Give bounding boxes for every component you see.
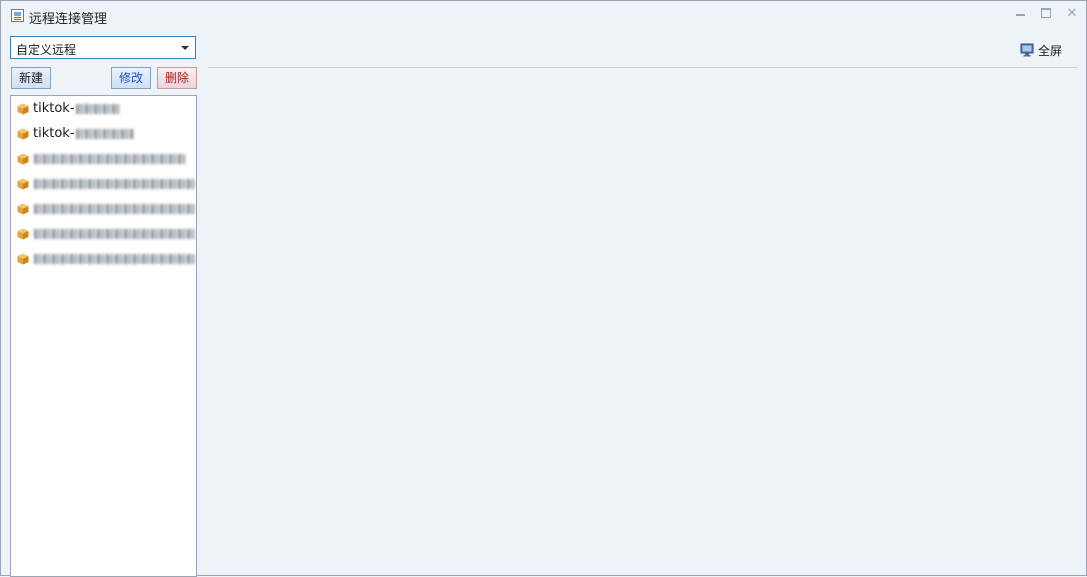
remote-type-select[interactable]: 自定义远程 xyxy=(10,36,196,59)
close-icon: ✕ xyxy=(1066,5,1078,21)
list-item-label xyxy=(33,226,196,241)
redacted-text xyxy=(75,128,134,139)
cube-icon xyxy=(17,253,29,265)
chevron-down-icon[interactable] xyxy=(181,46,189,50)
list-item-label xyxy=(33,251,196,266)
redacted-text xyxy=(34,178,196,189)
list-item-label xyxy=(33,151,186,166)
redacted-text xyxy=(34,228,196,239)
list-item-label: tiktok- xyxy=(33,101,120,116)
list-item[interactable]: tiktok- xyxy=(11,97,196,122)
list-item-label: tiktok- xyxy=(33,126,134,141)
list-item-label xyxy=(33,201,196,216)
redacted-text xyxy=(34,203,196,214)
list-item[interactable] xyxy=(11,222,196,247)
close-button[interactable]: ✕ xyxy=(1063,5,1081,21)
app-icon xyxy=(11,9,24,22)
cube-icon xyxy=(17,178,29,190)
maximize-button[interactable] xyxy=(1037,5,1055,21)
list-item[interactable]: tiktok- xyxy=(11,122,196,147)
fullscreen-button[interactable]: 全屏 xyxy=(1020,42,1062,58)
new-button[interactable]: 新建 xyxy=(11,67,51,89)
edit-button[interactable]: 修改 xyxy=(111,67,151,89)
remote-connection-window: 远程连接管理 ✕ 自定义远程 新建 修改 删除 tiktok- tiktok- xyxy=(0,0,1087,577)
fullscreen-label: 全屏 xyxy=(1038,43,1063,58)
cube-icon xyxy=(17,203,29,215)
cube-icon xyxy=(17,153,29,165)
redacted-text xyxy=(34,253,196,264)
list-item[interactable] xyxy=(11,172,196,197)
toolbar-divider xyxy=(208,67,1078,68)
connection-list[interactable]: tiktok- tiktok- xyxy=(10,95,197,577)
cube-icon xyxy=(17,228,29,240)
window-title: 远程连接管理 xyxy=(29,12,108,27)
list-item[interactable] xyxy=(11,197,196,222)
maximize-icon xyxy=(1041,8,1051,18)
list-item[interactable] xyxy=(11,147,196,172)
monitor-icon xyxy=(1020,43,1034,57)
cube-icon xyxy=(17,128,29,140)
minimize-icon xyxy=(1015,14,1025,16)
list-item-label xyxy=(33,176,196,191)
redacted-text xyxy=(34,153,186,164)
delete-button[interactable]: 删除 xyxy=(157,67,197,89)
redacted-text xyxy=(75,103,120,114)
list-item[interactable] xyxy=(11,247,196,272)
remote-type-value: 自定义远程 xyxy=(16,43,77,57)
title-bar[interactable]: 远程连接管理 ✕ xyxy=(1,1,1086,31)
minimize-button[interactable] xyxy=(1011,5,1029,21)
cube-icon xyxy=(17,103,29,115)
